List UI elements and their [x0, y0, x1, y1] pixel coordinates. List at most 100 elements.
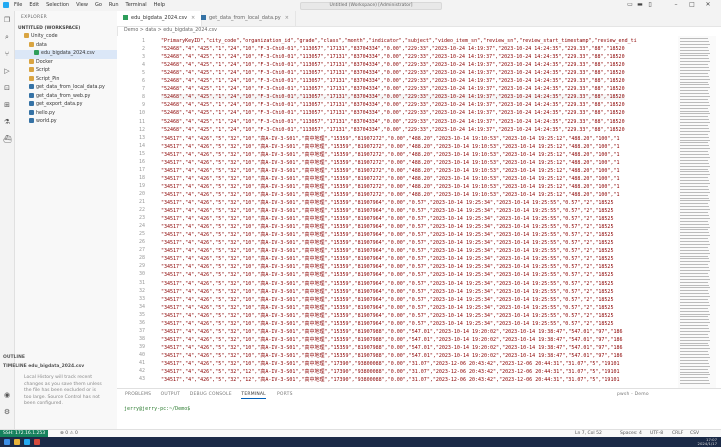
tree-item[interactable]: Unity_code — [15, 33, 117, 42]
panel-tab-problems[interactable]: PROBLEMS — [125, 392, 151, 397]
csv-data-line[interactable]: "34517","4","426","5","32","10","高A-IV-3… — [161, 143, 619, 150]
timeline-section[interactable]: TIMELINE edu_bigdata_2024.csv — [3, 364, 84, 369]
remote-explorer-icon[interactable]: ⊡ — [3, 84, 11, 92]
extensions-icon[interactable]: ⊞ — [3, 101, 11, 109]
sidebar-toggle-icon[interactable]: ▯ — [646, 1, 654, 9]
tree-item[interactable]: edu_bigdata_2024.csv — [15, 50, 117, 59]
panel-tab-terminal[interactable]: TERMINAL — [241, 392, 266, 399]
terminal-instance-label[interactable]: pwsh - Demo — [617, 392, 649, 397]
menu-item-terminal[interactable]: Terminal — [126, 2, 147, 8]
tree-item[interactable]: Script — [15, 67, 117, 76]
editor-tab[interactable]: edu_bigdata_2024.csv × — [117, 11, 203, 26]
csv-data-line[interactable]: "34517","4","426","5","32","10","高A-IV-3… — [161, 247, 613, 254]
csv-data-line[interactable]: "52468","4","425","1","24","10","F-3-Chi… — [161, 46, 625, 52]
menu-item-selection[interactable]: Selection — [46, 2, 69, 8]
csv-data-line[interactable]: "52468","4","425","1","24","10","F-3-Chi… — [161, 62, 625, 68]
account-icon[interactable]: ◉ — [3, 391, 11, 399]
csv-data-line[interactable]: "34517","4","426","5","32","10","高A-IV-3… — [161, 199, 613, 206]
menu-item-file[interactable]: File — [14, 2, 22, 8]
csv-data-line[interactable]: "52468","4","425","1","24","10","F-3-Chi… — [161, 94, 625, 101]
csv-data-line[interactable]: "34517","4","426","5","32","10","高A-IV-3… — [161, 280, 613, 287]
csv-data-line[interactable]: "52468","4","425","1","24","10","F-3-Chi… — [161, 119, 625, 125]
clock[interactable]: 17:07 2024/1/17 — [698, 438, 717, 446]
layout-toggle-icon[interactable]: ▭ — [626, 1, 634, 9]
tree-item[interactable]: get_export_data.py — [15, 101, 117, 110]
csv-data-line[interactable]: "34517","4","426","5","32","10","高A-IV-3… — [161, 215, 613, 222]
menu-item-edit[interactable]: Edit — [29, 2, 39, 8]
csv-data-line[interactable]: "52468","4","425","1","24","10","F-3-Chi… — [161, 110, 625, 116]
tree-item[interactable]: get_data_from_web.py — [15, 92, 117, 102]
file-explorer-icon[interactable] — [14, 439, 20, 445]
csv-data-line[interactable]: "34517","4","426","5","32","10","高A-IV-3… — [161, 271, 613, 278]
panel-tab-ports[interactable]: PORTS — [277, 392, 293, 397]
source-control-icon[interactable]: ⑂ — [3, 50, 11, 58]
breadcrumb[interactable]: Demo > data > edu_bigdata_2024.csv — [124, 28, 217, 33]
csv-data-line[interactable]: "34517","4","426","5","32","10","高A-IV-3… — [161, 191, 619, 198]
close-button[interactable]: ✕ — [704, 1, 712, 9]
csv-data-line[interactable]: "34517","4","426","5","32","10","高A-IV-3… — [161, 296, 613, 303]
csv-data-line[interactable]: "34517","4","426","5","32","10","高A-IV-3… — [161, 328, 623, 335]
minimap-line — [680, 168, 708, 170]
settings-gear-icon[interactable]: ⚙ — [3, 408, 11, 416]
csv-data-line[interactable]: "34517","4","426","5","32","10","高A-IV-3… — [161, 183, 619, 190]
csv-data-line[interactable]: "34517","4","426","5","32","10","高A-IV-3… — [161, 175, 619, 182]
workspace-section[interactable]: UNTITLED (WORKSPACE) — [18, 26, 80, 31]
csv-header-line[interactable]: "PrimaryKeyID","city_code","organization… — [161, 38, 637, 44]
csv-data-line[interactable]: "34517","4","426","5","32","12","高A-IV-3… — [161, 376, 619, 383]
minimize-button[interactable]: – — [672, 1, 680, 9]
tree-item[interactable]: get_data_from_local_data.py — [15, 84, 117, 93]
csv-data-line[interactable]: "34517","4","426","5","32","10","高A-IV-3… — [161, 320, 613, 327]
code-editor[interactable]: 1 "PrimaryKeyID","city_code","organizatio… — [117, 36, 677, 388]
vscode-taskbar-icon[interactable] — [24, 439, 30, 445]
csv-data-line[interactable]: "52468","4","425","1","24","10","F-3-Chi… — [161, 86, 625, 92]
explorer-icon[interactable]: ❐ — [3, 16, 11, 24]
csv-data-line[interactable]: "34517","4","426","5","32","10","高A-IV-3… — [161, 159, 619, 166]
csv-data-line[interactable]: "34517","4","426","5","32","10","高A-IV-3… — [161, 239, 613, 246]
csv-data-line[interactable]: "52468","4","425","1","24","10","F-3-Chi… — [161, 102, 625, 108]
csv-data-line[interactable]: "34517","4","426","5","32","10","高A-IV-3… — [161, 336, 623, 343]
tab-close-icon[interactable]: × — [285, 15, 289, 21]
tree-item[interactable]: data — [15, 41, 117, 51]
editor-tab[interactable]: get_data_from_local_data.py × — [195, 11, 296, 26]
tree-item[interactable]: Script_Pin — [15, 75, 117, 85]
testing-icon[interactable]: ⚗ — [3, 118, 11, 126]
csv-data-line[interactable]: "34517","4","426","5","32","10","高A-IV-3… — [161, 151, 619, 158]
panel-toggle-icon[interactable]: ▬ — [636, 1, 644, 9]
tree-item[interactable]: world.py — [15, 118, 117, 127]
csv-data-line[interactable]: "34517","4","426","5","32","10","高A-IV-3… — [161, 231, 613, 238]
csv-data-line[interactable]: "34517","4","426","5","32","10","高A-IV-3… — [161, 263, 613, 270]
tree-item[interactable]: hello.py — [15, 109, 117, 119]
menu-item-view[interactable]: View — [76, 2, 88, 8]
search-icon[interactable]: ⌕ — [3, 33, 11, 41]
menu-item-go[interactable]: Go — [95, 2, 102, 8]
csv-data-line[interactable]: "34517","4","426","5","32","10","高A-IV-3… — [161, 312, 613, 319]
csv-data-line[interactable]: "34517","4","426","5","32","10","高A-IV-3… — [161, 167, 619, 174]
csv-data-line[interactable]: "52468","4","425","1","24","10","F-3-Chi… — [161, 127, 625, 133]
csv-data-line[interactable]: "52468","4","425","1","24","10","F-3-Chi… — [161, 78, 625, 84]
csv-data-line[interactable]: "34517","4","426","5","32","10","高A-IV-3… — [161, 304, 613, 311]
run-debug-icon[interactable]: ▷ — [3, 67, 11, 75]
csv-data-line[interactable]: "34517","4","426","5","32","10","高A-IV-3… — [161, 255, 613, 262]
csv-data-line[interactable]: "34517","4","426","5","32","10","高A-IV-3… — [161, 344, 623, 351]
csv-data-line[interactable]: "34517","4","426","5","32","10","高A-IV-3… — [161, 135, 619, 142]
csv-data-line[interactable]: "34517","4","426","5","32","10","高A-IV-3… — [161, 288, 613, 295]
csv-data-line[interactable]: "34517","4","426","5","32","10","高A-IV-3… — [161, 352, 623, 359]
docker-icon[interactable]: ⛴ — [3, 135, 12, 143]
panel-tab-output[interactable]: OUTPUT — [161, 392, 181, 397]
outline-section[interactable]: OUTLINE — [3, 355, 25, 360]
minimap[interactable] — [678, 36, 716, 388]
tree-item[interactable]: Docker — [15, 58, 117, 68]
start-icon[interactable] — [4, 439, 10, 445]
csv-data-line[interactable]: "52468","4","425","1","24","10","F-3-Chi… — [161, 54, 625, 60]
csv-data-line[interactable]: "34517","4","426","5","32","10","高A-IV-3… — [161, 207, 613, 214]
menu-item-run[interactable]: Run — [109, 2, 119, 8]
terminal-prompt[interactable]: jerry@jerry-pc:~/Demo$ — [124, 406, 190, 412]
csv-data-line[interactable]: "34517","4","426","5","32","10","高A-IV-3… — [161, 360, 619, 367]
browser-icon[interactable] — [34, 439, 40, 445]
maximize-button[interactable]: □ — [688, 1, 696, 9]
csv-data-line[interactable]: "34517","4","426","5","32","12","高A-IV-3… — [161, 368, 619, 375]
menu-item-help[interactable]: Help — [154, 2, 165, 8]
csv-data-line[interactable]: "34517","4","426","5","32","10","高A-IV-3… — [161, 223, 613, 230]
csv-data-line[interactable]: "52468","4","425","1","24","10","F-3-Chi… — [161, 70, 625, 76]
panel-tab-debug-console[interactable]: DEBUG CONSOLE — [190, 392, 232, 397]
